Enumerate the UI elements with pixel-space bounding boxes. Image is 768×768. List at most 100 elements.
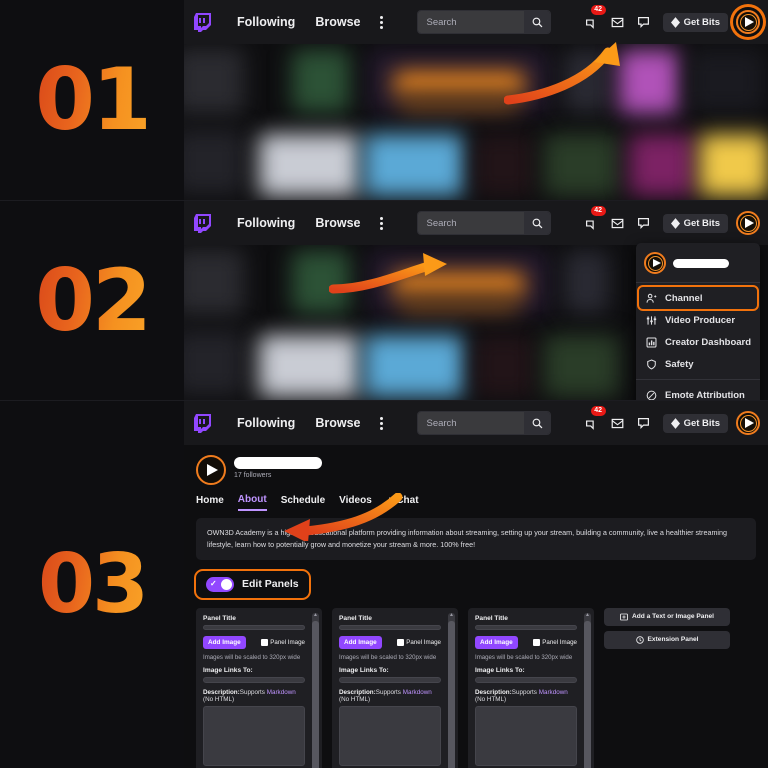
step-01: 01 Following Browse Search 42 Get Bits (0, 0, 768, 200)
add-text-or-image-panel-button[interactable]: Add a Text or Image Panel (604, 607, 730, 626)
panel-image-checkbox[interactable]: Panel Image (261, 639, 305, 647)
panel-title-input[interactable] (475, 624, 577, 631)
notifications-icon[interactable]: 42 (581, 5, 606, 33)
search-bar-02[interactable] (417, 211, 552, 235)
panel-image-checkbox[interactable]: Panel Image (533, 639, 577, 647)
scrollbar-thumb[interactable] (448, 620, 455, 768)
edit-panels-control[interactable]: ✓ Edit Panels (194, 568, 311, 600)
channel-meta: 17 followers (234, 455, 322, 479)
add-panel-label: Add a Text or Image Panel (632, 613, 714, 621)
dropdown-item-creator-dashboard[interactable]: Creator Dashboard (636, 331, 760, 353)
whispers-icon[interactable] (633, 212, 655, 234)
panel-title-input[interactable] (339, 624, 441, 631)
get-bits-button-03[interactable]: Get Bits (662, 413, 728, 433)
image-links-input[interactable] (339, 677, 441, 683)
description-label-row: Description:Supports Markdown (No HTML) (339, 689, 441, 703)
dropdown-user-row[interactable] (636, 250, 760, 282)
markdown-link[interactable]: Markdown (539, 689, 568, 696)
markdown-link[interactable]: Markdown (403, 689, 432, 696)
tab-about[interactable]: About (237, 494, 267, 511)
emote-icon (645, 389, 657, 400)
about-description: OWN3D Academy is a high end educational … (196, 518, 756, 560)
search-icon[interactable] (524, 212, 551, 234)
notifications-icon[interactable]: 42 (581, 206, 606, 234)
markdown-link[interactable]: Markdown (267, 689, 296, 696)
description-label: Description: (203, 688, 240, 696)
extension-panel-button[interactable]: Extension Panel (604, 630, 730, 649)
panel-add-buttons: Add a Text or Image Panel Extension Pane… (604, 607, 730, 649)
inbox-icon[interactable] (607, 212, 629, 234)
scrollbar-thumb[interactable] (312, 620, 319, 768)
dropdown-item-emote-attribution[interactable]: Emote Attribution (636, 384, 760, 400)
whispers-icon[interactable] (633, 11, 655, 33)
description-textarea[interactable] (339, 705, 441, 766)
user-avatar-02[interactable] (736, 211, 760, 235)
image-links-input[interactable] (475, 677, 577, 683)
tab-schedule[interactable]: Schedule (281, 495, 325, 510)
more-options-icon[interactable] (370, 413, 393, 434)
twitch-logo-icon[interactable] (194, 413, 211, 433)
panel-card-scrollbar[interactable]: ▲ ▼ (312, 612, 319, 768)
search-icon[interactable] (524, 11, 551, 33)
image-links-input[interactable] (203, 677, 305, 683)
more-options-icon[interactable] (370, 12, 393, 33)
dropdown-item-label: Safety (665, 358, 694, 370)
panel-card-body: Panel Title Add Image Panel Image Images… (339, 615, 451, 768)
tab-home[interactable]: Home (196, 495, 224, 510)
nav-browse-02[interactable]: Browse (305, 212, 370, 234)
panel-card-scrollbar[interactable]: ▲ ▼ (584, 612, 591, 768)
dropdown-item-video-producer[interactable]: Video Producer (636, 309, 760, 331)
user-avatar-03[interactable] (736, 411, 760, 435)
search-bar-03[interactable] (417, 411, 552, 435)
tab-chat-label: Chat (396, 495, 419, 506)
twitch-navbar-03: Following Browse 42 (184, 401, 768, 445)
edit-panels-toggle[interactable]: ✓ (206, 576, 234, 592)
panel-image-checkbox[interactable]: Panel Image (397, 639, 441, 647)
step-number-01: 01 (35, 50, 152, 150)
nav-browse-03[interactable]: Browse (305, 412, 370, 434)
tab-videos[interactable]: Videos (339, 495, 372, 510)
search-input[interactable] (418, 212, 525, 234)
search-input[interactable] (418, 412, 525, 434)
channel-avatar[interactable] (196, 455, 226, 485)
checkbox-box (261, 639, 269, 647)
get-bits-button-01[interactable]: Get Bits (662, 12, 728, 32)
description-hint-pre: Supports (511, 688, 539, 696)
nav-browse-01[interactable]: Browse (305, 11, 370, 33)
search-input[interactable] (418, 11, 525, 33)
inbox-icon[interactable] (607, 412, 629, 434)
add-image-button[interactable]: Add Image (203, 636, 246, 650)
shield-icon (645, 358, 657, 370)
panel-title-input[interactable] (203, 624, 305, 631)
notifications-icon[interactable]: 42 (581, 406, 606, 434)
blurred-directory-01 (184, 44, 768, 200)
description-textarea[interactable] (475, 705, 577, 766)
nav-following-02[interactable]: Following (227, 212, 305, 234)
inbox-icon[interactable] (607, 11, 629, 33)
nav-following-01[interactable]: Following (227, 11, 305, 33)
notification-badge: 42 (590, 406, 606, 417)
twitch-logo-icon[interactable] (194, 213, 211, 233)
scrollbar-thumb[interactable] (584, 620, 591, 768)
nav-following-03[interactable]: Following (227, 412, 305, 434)
panel-image-row: Add Image Panel Image (339, 636, 441, 650)
dropdown-item-channel[interactable]: Channel (637, 285, 759, 311)
twitch-logo-icon[interactable] (194, 12, 211, 32)
whispers-icon[interactable] (633, 412, 655, 434)
panel-card-scrollbar[interactable]: ▲ ▼ (448, 612, 455, 768)
search-icon[interactable] (524, 412, 551, 434)
dropdown-item-safety[interactable]: Safety (636, 353, 760, 375)
tab-chat[interactable]: ↗ Chat (386, 495, 419, 510)
toggle-knob (221, 578, 232, 590)
more-options-icon[interactable] (370, 213, 393, 234)
search-bar-01[interactable] (417, 10, 552, 34)
scroll-up-arrow-icon[interactable]: ▲ (585, 612, 590, 618)
user-avatar-01[interactable] (736, 10, 760, 34)
description-textarea[interactable] (203, 705, 305, 766)
scroll-up-arrow-icon[interactable]: ▲ (313, 612, 318, 618)
get-bits-button-02[interactable]: Get Bits (662, 213, 728, 233)
add-image-button[interactable]: Add Image (339, 636, 382, 650)
add-image-button[interactable]: Add Image (475, 636, 518, 650)
scroll-up-arrow-icon[interactable]: ▲ (449, 612, 454, 618)
dropdown-username-redacted (673, 258, 729, 268)
